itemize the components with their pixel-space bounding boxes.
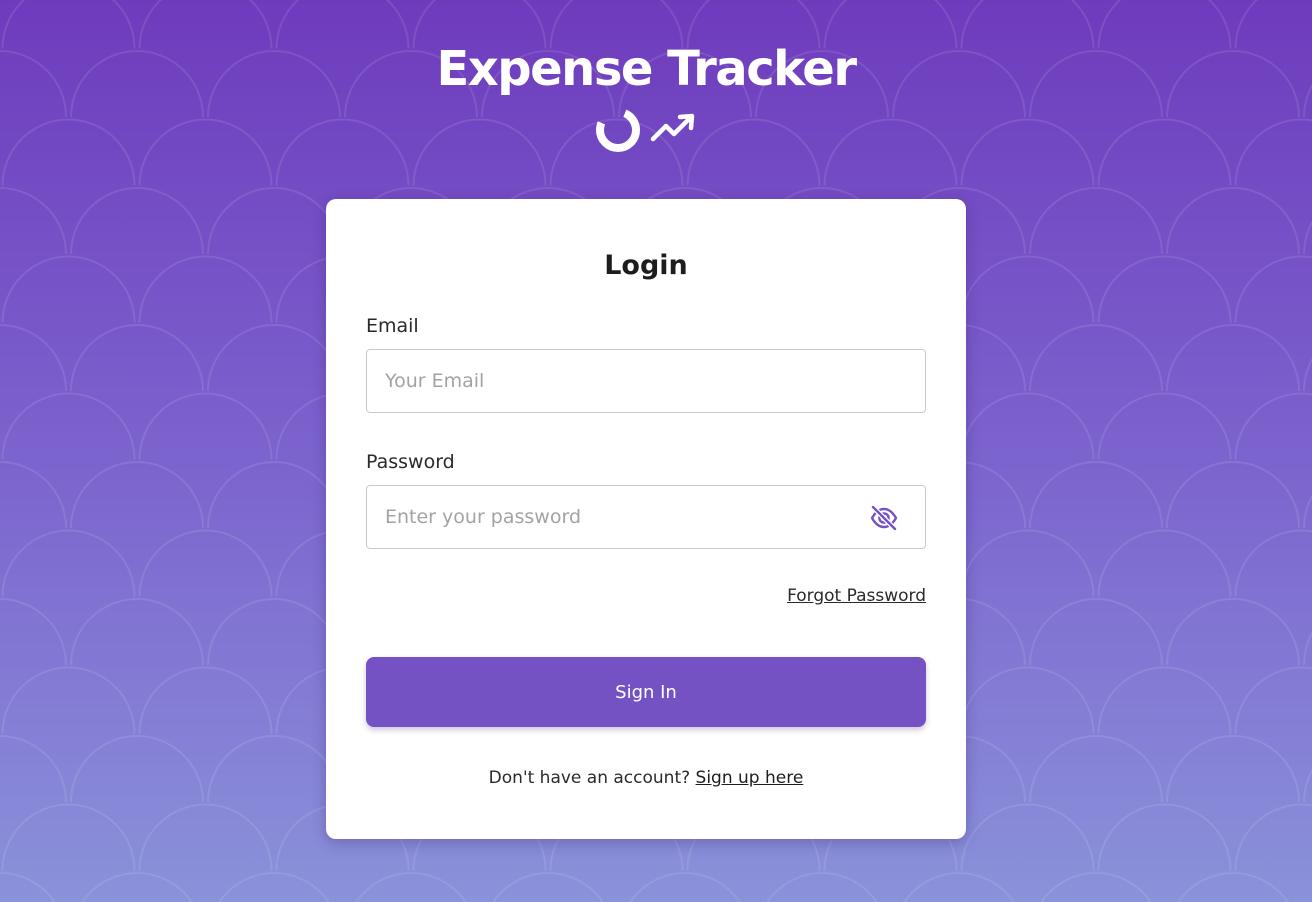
scale-arc xyxy=(1234,529,1312,597)
app-title: Expense Tracker xyxy=(436,41,857,97)
scale-arc xyxy=(1234,803,1312,871)
scale-arc xyxy=(138,529,273,597)
scale-arc xyxy=(492,872,604,902)
scale-arc xyxy=(1234,666,1312,734)
scale-arc xyxy=(766,872,878,902)
scale-arc xyxy=(70,324,204,392)
scale-arc xyxy=(1029,461,1163,529)
sign-in-button[interactable]: Sign In xyxy=(366,657,926,727)
scale-arc xyxy=(1303,220,1312,255)
scale-arc xyxy=(1166,187,1300,255)
scale-arc xyxy=(138,803,273,871)
scale-arc xyxy=(207,735,341,803)
login-card: Login Email Password Forgot Password Sig… xyxy=(326,199,966,839)
login-title: Login xyxy=(604,250,688,281)
scale-arc xyxy=(1177,872,1289,902)
scale-arc xyxy=(1029,187,1163,255)
signup-prompt: Don't have an account? xyxy=(488,768,696,788)
scale-arc xyxy=(1303,357,1312,392)
scale-arc xyxy=(1097,666,1232,734)
scale-arc xyxy=(70,187,204,255)
trending-up-icon xyxy=(650,113,695,142)
scale-arc xyxy=(903,872,1015,902)
scale-arc xyxy=(1303,631,1312,666)
scale-arc xyxy=(960,803,1095,871)
scale-arc xyxy=(1029,735,1163,803)
scale-arc xyxy=(1303,494,1312,529)
scale-arc xyxy=(1166,735,1300,803)
scale-arc xyxy=(138,255,273,323)
scale-arc xyxy=(207,324,341,392)
email-field-container xyxy=(366,349,926,413)
eye-off-icon[interactable] xyxy=(869,503,899,533)
scale-arc xyxy=(0,598,67,666)
scale-arc xyxy=(1234,392,1312,460)
scale-arc xyxy=(207,187,341,255)
scale-arc xyxy=(1040,872,1152,902)
scale-arc xyxy=(1166,461,1300,529)
scale-arc xyxy=(0,872,56,902)
scale-arc xyxy=(218,872,330,902)
scale-arc xyxy=(1,666,136,734)
email-label: Email xyxy=(366,315,419,337)
scale-arc xyxy=(70,461,204,529)
scale-arc xyxy=(1303,768,1312,803)
app-header: Expense Tracker xyxy=(0,0,1312,180)
scale-arc xyxy=(70,598,204,666)
scale-arc xyxy=(1097,255,1232,323)
logo-icons xyxy=(594,105,700,155)
scale-arc xyxy=(1166,324,1300,392)
scale-arc xyxy=(1304,873,1312,902)
scale-arc xyxy=(0,461,67,529)
scale-arc xyxy=(1,803,136,871)
scale-arc xyxy=(1097,803,1232,871)
scale-arc xyxy=(960,392,1095,460)
scale-arc xyxy=(0,324,67,392)
scale-arc xyxy=(1234,255,1312,323)
scale-arc xyxy=(1166,598,1300,666)
scale-arc xyxy=(207,598,341,666)
forgot-password-link[interactable]: Forgot Password xyxy=(787,584,926,608)
scale-arc xyxy=(0,735,67,803)
password-field-container xyxy=(366,485,926,549)
email-input[interactable] xyxy=(367,350,925,412)
donut-chart-icon xyxy=(596,108,640,152)
scale-arc xyxy=(207,461,341,529)
scale-arc xyxy=(1097,529,1232,597)
scale-arc xyxy=(70,735,204,803)
scale-arc xyxy=(1029,598,1163,666)
scale-arc xyxy=(1,529,136,597)
scale-arc xyxy=(960,666,1095,734)
scale-arc xyxy=(1029,324,1163,392)
signup-row: Don't have an account? Sign up here xyxy=(326,766,966,790)
scale-arc xyxy=(81,872,193,902)
scale-arc xyxy=(960,529,1095,597)
scale-arc xyxy=(1,255,136,323)
scale-arc xyxy=(1,392,136,460)
password-label: Password xyxy=(366,451,455,473)
scale-arc xyxy=(138,666,273,734)
scale-arc xyxy=(960,255,1095,323)
scale-arc xyxy=(138,392,273,460)
scale-arc xyxy=(1097,392,1232,460)
scale-arc xyxy=(0,187,67,255)
password-input[interactable] xyxy=(367,486,925,548)
scale-arc xyxy=(629,872,741,902)
signup-link[interactable]: Sign up here xyxy=(696,768,804,788)
scale-arc xyxy=(355,872,467,902)
